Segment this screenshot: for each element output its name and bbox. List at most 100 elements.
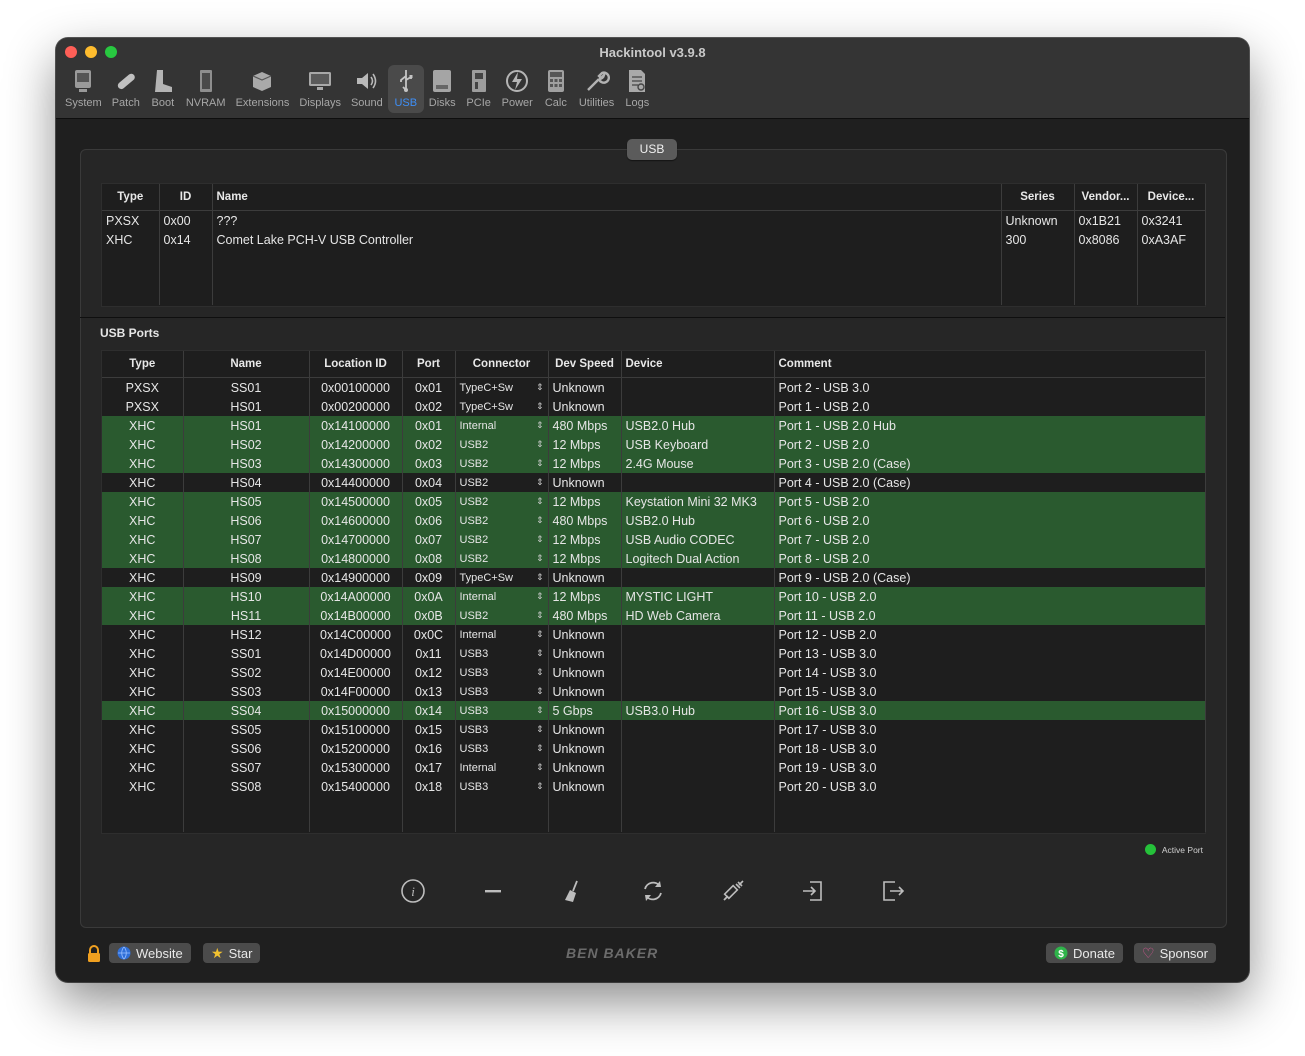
ports-col-header[interactable]: Comment xyxy=(774,351,1206,378)
connector-select[interactable]: USB3 ⇕ xyxy=(455,663,549,682)
connector-select[interactable]: USB3 ⇕ xyxy=(455,777,549,796)
toolbar-displays-button[interactable]: Displays xyxy=(294,65,346,113)
ports-col-header[interactable]: Type xyxy=(102,351,184,378)
ports-col-header[interactable]: Location ID xyxy=(309,351,403,378)
toolbar-power-button[interactable]: Power xyxy=(497,65,538,113)
port-row[interactable]: XHC HS08 0x14800000 0x08 USB2 ⇕ 12 Mbps Logitec… xyxy=(102,549,1206,568)
title-bar: Hackintool v3.9.8 System Patch Boot NVRAM Ex… xyxy=(56,38,1249,119)
port-row[interactable]: XHC HS01 0x14100000 0x01 Internal ⇕ 480 Mbps US… xyxy=(102,416,1206,435)
port-row[interactable]: XHC SS04 0x15000000 0x14 USB3 ⇕ 5 Gbps USB3.0 H… xyxy=(102,701,1206,720)
port-row[interactable]: XHC SS03 0x14F00000 0x13 USB3 ⇕ Unknown Port 15… xyxy=(102,682,1206,701)
port-comment-cell: Port 6 - USB 2.0 xyxy=(774,511,1206,530)
toolbar-utilities-button[interactable]: Utilities xyxy=(574,65,619,113)
import-icon[interactable] xyxy=(796,874,830,908)
sponsor-button[interactable]: ♡ Sponsor xyxy=(1134,943,1216,963)
toolbar-logs-button[interactable]: Logs xyxy=(619,65,655,113)
donate-button[interactable]: $ Donate xyxy=(1046,943,1123,963)
info-icon[interactable]: i xyxy=(396,874,430,908)
controllers-col-header[interactable]: ID xyxy=(159,184,213,211)
connector-select[interactable]: USB2 ⇕ xyxy=(455,530,549,549)
controllers-col-header[interactable]: Name xyxy=(212,184,1002,211)
connector-select[interactable]: USB2 ⇕ xyxy=(455,511,549,530)
connector-select[interactable]: USB3 ⇕ xyxy=(455,644,549,663)
connector-value: Internal xyxy=(459,628,497,641)
connector-select[interactable]: USB3 ⇕ xyxy=(455,682,549,701)
connector-select[interactable]: USB2 ⇕ xyxy=(455,492,549,511)
controllers-col-header[interactable]: Device... xyxy=(1137,184,1206,211)
port-row[interactable]: XHC HS02 0x14200000 0x02 USB2 ⇕ 12 Mbps USB Key… xyxy=(102,435,1206,454)
port-comment-cell: Port 3 - USB 2.0 (Case) xyxy=(774,454,1206,473)
port-row[interactable]: PXSX SS01 0x00100000 0x01 TypeC+Sw ⇕ Unknown Po… xyxy=(102,377,1206,397)
controller-row[interactable]: PXSX 0x00??? Unknown 0x1B21 0x3241 xyxy=(102,210,1206,230)
clear-icon[interactable] xyxy=(556,874,590,908)
port-row[interactable]: XHC SS06 0x15200000 0x16 USB3 ⇕ Unknown Port 18… xyxy=(102,739,1206,758)
port-row[interactable]: XHC SS05 0x15100000 0x15 USB3 ⇕ Unknown Port 17… xyxy=(102,720,1206,739)
toolbar-boot-button[interactable]: Boot xyxy=(145,65,181,113)
connector-select[interactable]: USB2 ⇕ xyxy=(455,473,549,492)
connector-select[interactable]: USB3 ⇕ xyxy=(455,701,549,720)
connector-select[interactable]: Internal ⇕ xyxy=(455,416,549,435)
port-device-cell: 2.4G Mouse xyxy=(621,454,775,473)
connector-select[interactable]: USB2 ⇕ xyxy=(455,606,549,625)
port-row[interactable]: XHC HS11 0x14B00000 0x0B USB2 ⇕ 480 Mbps HD Web… xyxy=(102,606,1206,625)
connector-select[interactable]: USB2 ⇕ xyxy=(455,454,549,473)
toolbar-nvram-button[interactable]: NVRAM xyxy=(181,65,231,113)
toolbar-extensions-button[interactable]: Extensions xyxy=(231,65,295,113)
connector-value: TypeC+Sw xyxy=(459,400,514,413)
connector-select[interactable]: USB2 ⇕ xyxy=(455,435,549,454)
port-row[interactable]: XHC SS07 0x15300000 0x17 Internal ⇕ Unknown Por… xyxy=(102,758,1206,777)
port-row[interactable]: XHC HS06 0x14600000 0x06 USB2 ⇕ 480 Mbps USB2.0… xyxy=(102,511,1206,530)
connector-select[interactable]: USB2 ⇕ xyxy=(455,549,549,568)
connector-select[interactable]: Internal ⇕ xyxy=(455,587,549,606)
controllers-col-header[interactable]: Type xyxy=(102,184,160,211)
controllers-col-header[interactable]: Vendor... xyxy=(1074,184,1138,211)
connector-select[interactable]: Internal ⇕ xyxy=(455,758,549,777)
inject-icon[interactable] xyxy=(716,874,750,908)
calc-icon xyxy=(547,70,564,92)
ports-col-header[interactable]: Device xyxy=(621,351,775,378)
remove-icon[interactable] xyxy=(476,874,510,908)
ports-col-header[interactable]: Connector xyxy=(455,351,549,378)
connector-select[interactable]: USB3 ⇕ xyxy=(455,739,549,758)
export-icon[interactable] xyxy=(876,874,910,908)
toolbar-pcie-button[interactable]: PCIe xyxy=(461,65,497,113)
connector-select[interactable]: TypeC+Sw ⇕ xyxy=(455,377,549,397)
connector-select[interactable]: Internal ⇕ xyxy=(455,625,549,644)
stepper-icon: ⇕ xyxy=(535,534,544,544)
toolbar-calc-button[interactable]: Calc xyxy=(538,65,574,113)
ports-col-header[interactable]: Port xyxy=(402,351,456,378)
ben-baker-logo: BEN BAKER xyxy=(566,945,659,961)
port-device-cell: USB3.0 Hub xyxy=(621,701,775,720)
controllers-col-header[interactable]: Series xyxy=(1001,184,1075,211)
website-button[interactable]: Website xyxy=(109,943,191,963)
port-row[interactable]: XHC HS12 0x14C00000 0x0C Internal ⇕ Unknown Por… xyxy=(102,625,1206,644)
toolbar-sound-button[interactable]: Sound xyxy=(346,65,388,113)
ports-col-header[interactable]: Name xyxy=(183,351,310,378)
toolbar-label: Utilities xyxy=(578,97,615,109)
connector-select[interactable]: TypeC+Sw ⇕ xyxy=(455,397,549,416)
toolbar-usb-button[interactable]: USB xyxy=(387,65,424,113)
toolbar-disks-button[interactable]: Disks xyxy=(424,65,461,113)
connector-select[interactable]: USB3 ⇕ xyxy=(455,720,549,739)
toolbar-patch-button[interactable]: Patch xyxy=(107,65,145,113)
port-row[interactable]: XHC HS05 0x14500000 0x05 USB2 ⇕ 12 Mbps Keystat… xyxy=(102,492,1206,511)
port-row[interactable]: XHC HS03 0x14300000 0x03 USB2 ⇕ 12 Mbps 2.4G Mo… xyxy=(102,454,1206,473)
port-row[interactable]: PXSX HS01 0x00200000 0x02 TypeC+Sw ⇕ Unknown Po… xyxy=(102,397,1206,416)
refresh-icon[interactable] xyxy=(636,874,670,908)
dollar-icon: $ xyxy=(1054,946,1068,960)
port-row[interactable]: XHC SS01 0x14D00000 0x11 USB3 ⇕ Unknown Port 13… xyxy=(102,644,1206,663)
controller-cell: Unknown xyxy=(1001,210,1075,230)
port-row[interactable]: XHC HS09 0x14900000 0x09 TypeC+Sw ⇕ Unknown Por… xyxy=(102,568,1206,587)
segment-usb[interactable]: USB xyxy=(627,139,677,160)
port-row[interactable]: XHC HS10 0x14A00000 0x0A Internal ⇕ 12 Mbps MYS… xyxy=(102,587,1206,606)
star-button[interactable]: ★ Star xyxy=(203,943,261,963)
port-row[interactable]: XHC HS07 0x14700000 0x07 USB2 ⇕ 12 Mbps USB Aud… xyxy=(102,530,1206,549)
port-row[interactable]: XHC HS04 0x14400000 0x04 USB2 ⇕ Unknown Port 4 … xyxy=(102,473,1206,492)
port-row[interactable]: XHC SS02 0x14E00000 0x12 USB3 ⇕ Unknown Port 14… xyxy=(102,663,1206,682)
toolbar-system-button[interactable]: System xyxy=(60,65,107,113)
controller-row[interactable]: XHC 0x14 Comet Lake PCH-V USB Controller 30… xyxy=(102,230,1206,249)
ports-col-header[interactable]: Dev Speed xyxy=(548,351,622,378)
lock-icon[interactable] xyxy=(86,945,102,962)
connector-select[interactable]: TypeC+Sw ⇕ xyxy=(455,568,549,587)
port-row[interactable]: XHC SS08 0x15400000 0x18 USB3 ⇕ Unknown Port 20… xyxy=(102,777,1206,796)
